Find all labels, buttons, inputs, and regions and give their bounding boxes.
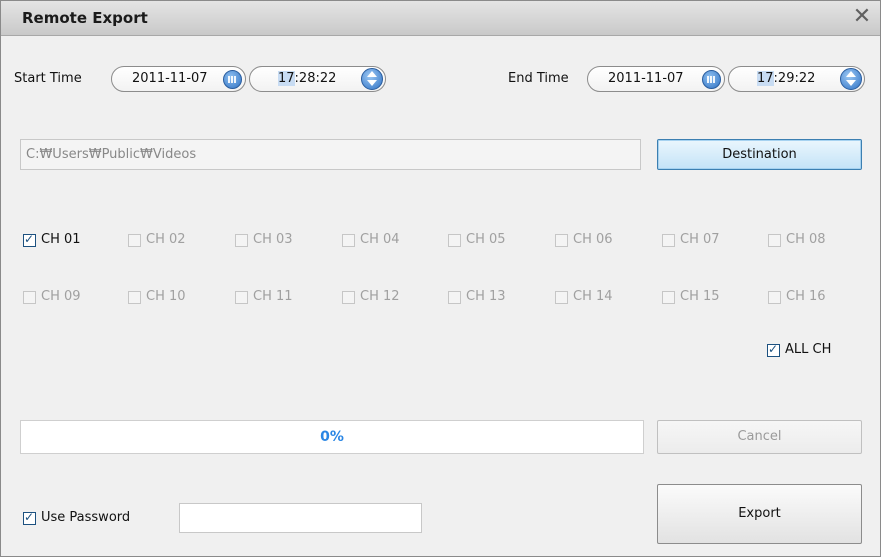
channel-label: CH 09	[41, 289, 81, 304]
remote-export-dialog: Remote Export ✕ Start Time 2011-11-07 17…	[0, 0, 881, 557]
password-input[interactable]	[179, 503, 422, 533]
export-button[interactable]: Export	[657, 484, 862, 544]
cancel-button[interactable]: Cancel	[657, 420, 862, 454]
channel-checkbox[interactable]	[555, 234, 568, 247]
channel-label: CH 13	[466, 289, 506, 304]
export-progress-bar: 0%	[20, 420, 644, 454]
channel-checkbox[interactable]	[23, 232, 36, 247]
channel-label: CH 02	[146, 232, 186, 247]
channel-checkbox[interactable]	[235, 291, 248, 304]
channel-label: CH 05	[466, 232, 506, 247]
end-time-value: 17:29:22	[757, 71, 815, 86]
spin-updown-icon[interactable]	[840, 68, 862, 90]
channel-label: CH 03	[253, 232, 293, 247]
start-time-spinner[interactable]: 17:28:22	[249, 66, 386, 92]
end-time-minsec: :29:22	[773, 71, 816, 86]
channel-label: CH 16	[786, 289, 826, 304]
end-date-picker[interactable]: 2011-11-07	[587, 66, 725, 92]
channel-label: CH 08	[786, 232, 826, 247]
channel-label: CH 12	[360, 289, 400, 304]
end-date-value: 2011-11-07	[608, 71, 684, 86]
channel-label: CH 07	[680, 232, 720, 247]
close-icon[interactable]: ✕	[852, 6, 872, 28]
spin-updown-icon[interactable]	[361, 68, 383, 90]
destination-button[interactable]: Destination	[657, 139, 862, 170]
all-ch-label: ALL CH	[785, 342, 832, 357]
start-date-value: 2011-11-07	[132, 71, 208, 86]
calendar-icon[interactable]	[702, 70, 721, 89]
title-bar[interactable]: Remote Export ✕	[1, 1, 880, 36]
channel-checkbox[interactable]	[128, 234, 141, 247]
calendar-icon[interactable]	[223, 70, 242, 89]
channel-label: CH 11	[253, 289, 293, 304]
channel-label: CH 10	[146, 289, 186, 304]
channel-checkbox[interactable]	[342, 234, 355, 247]
channel-label: CH 04	[360, 232, 400, 247]
channel-checkbox[interactable]	[448, 234, 461, 247]
channel-label: CH 14	[573, 289, 613, 304]
channel-checkbox[interactable]	[662, 291, 675, 304]
channel-checkbox[interactable]	[128, 291, 141, 304]
use-password-checkbox[interactable]	[23, 510, 36, 525]
channel-label: CH 15	[680, 289, 720, 304]
start-time-minsec: :28:22	[294, 71, 337, 86]
start-date-picker[interactable]: 2011-11-07	[111, 66, 246, 92]
channel-label: CH 06	[573, 232, 613, 247]
channel-checkbox[interactable]	[23, 291, 36, 304]
channel-label: CH 01	[41, 232, 81, 247]
all-ch-checkbox[interactable]	[767, 342, 780, 357]
channel-checkbox[interactable]	[235, 234, 248, 247]
progress-text: 0%	[320, 429, 344, 445]
channel-checkbox[interactable]	[768, 234, 781, 247]
channel-checkbox[interactable]	[448, 291, 461, 304]
end-time-hour: 17	[757, 71, 774, 86]
window-title: Remote Export	[22, 9, 148, 27]
start-time-value: 17:28:22	[278, 71, 336, 86]
use-password-label: Use Password	[41, 510, 131, 525]
destination-path-value: C:₩Users₩Public₩Videos	[26, 147, 197, 162]
start-time-hour: 17	[278, 71, 295, 86]
destination-path-field[interactable]: C:₩Users₩Public₩Videos	[20, 139, 641, 170]
channel-checkbox[interactable]	[555, 291, 568, 304]
channel-checkbox[interactable]	[768, 291, 781, 304]
start-time-label: Start Time	[14, 71, 82, 86]
end-time-label: End Time	[508, 71, 569, 86]
channel-checkbox[interactable]	[342, 291, 355, 304]
channel-checkbox[interactable]	[662, 234, 675, 247]
end-time-spinner[interactable]: 17:29:22	[728, 66, 865, 92]
